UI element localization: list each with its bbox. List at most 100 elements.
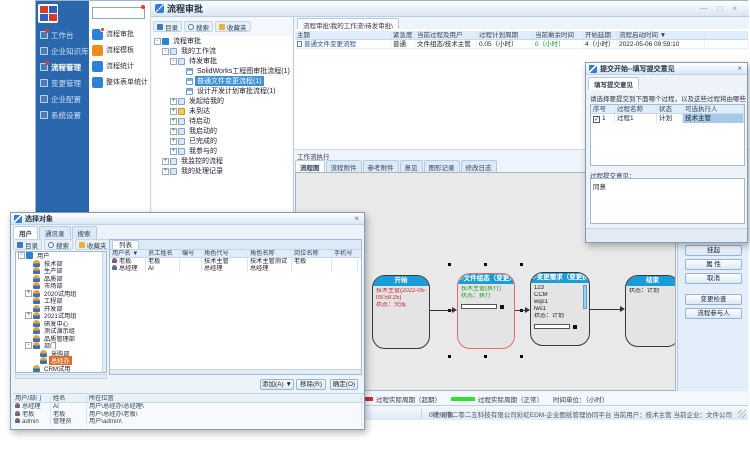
column-header[interactable]: 手机号 bbox=[332, 250, 358, 257]
tree-item[interactable]: +未到达 bbox=[152, 106, 292, 116]
sidebar-item[interactable]: 流程管理 bbox=[40, 60, 88, 74]
tree-item[interactable]: SolidWorks工程图审批流程(1) bbox=[152, 66, 292, 76]
column-header[interactable]: 开始延期 bbox=[583, 31, 617, 39]
node-scrollbar[interactable] bbox=[583, 285, 587, 309]
tab-view[interactable]: 修改日志 bbox=[461, 160, 497, 172]
close-icon[interactable]: × bbox=[732, 4, 737, 14]
tab-fill-opinion[interactable]: 填写提交意见 bbox=[588, 77, 639, 90]
selection-handle[interactable] bbox=[484, 355, 487, 358]
confirm-button[interactable]: 确定(O) bbox=[330, 379, 358, 390]
column-header[interactable] bbox=[705, 31, 748, 39]
tree-item[interactable]: 普通文件变更流程(1) bbox=[152, 76, 292, 86]
collapse-icon[interactable]: - bbox=[170, 58, 177, 65]
toolbar-chip[interactable]: 搜索 bbox=[184, 21, 213, 32]
tab-view[interactable]: 意见 bbox=[400, 160, 423, 172]
column-header[interactable]: 流程启动时间 ▼ bbox=[617, 31, 705, 39]
tree-item[interactable]: 品质管理部 bbox=[16, 335, 106, 343]
dialog-titlebar[interactable]: 提交开始--填写提交意见 × bbox=[586, 63, 747, 75]
checkbox-checked-icon[interactable]: ✓ bbox=[593, 116, 600, 123]
tab-other[interactable]: 搜索 bbox=[72, 226, 97, 239]
expand-icon[interactable]: + bbox=[170, 98, 177, 105]
expand-icon[interactable]: + bbox=[170, 118, 177, 125]
tree-horizontal-scrollbar[interactable] bbox=[15, 374, 107, 379]
tree-item[interactable]: 综合部 bbox=[16, 372, 106, 373]
tree-item[interactable]: +我参与的 bbox=[152, 146, 292, 156]
column-header[interactable]: 编号 bbox=[180, 250, 202, 257]
toolbar-chip[interactable]: 搜索 bbox=[44, 239, 73, 250]
column-header[interactable]: 状态 bbox=[657, 105, 683, 113]
tree-vertical-scrollbar[interactable] bbox=[102, 252, 106, 372]
column-header[interactable]: 当前过程及用户 bbox=[415, 31, 477, 39]
tree-item[interactable]: +待启动 bbox=[152, 116, 292, 126]
tab-view[interactable]: 参考附件 bbox=[363, 160, 399, 172]
dialog-titlebar[interactable]: 选择对象 × bbox=[11, 213, 364, 225]
expand-icon[interactable]: + bbox=[170, 128, 177, 135]
remove-button[interactable]: 移除(R) bbox=[296, 379, 326, 390]
participants-button[interactable]: 流程参与人 bbox=[685, 308, 742, 319]
tree-item[interactable]: +已完成的 bbox=[152, 136, 292, 146]
close-icon[interactable]: × bbox=[352, 214, 361, 223]
toolbar-chip[interactable]: 目录 bbox=[13, 239, 42, 250]
selected-user-row[interactable]: 总经理AI用户\总经办\总经理\ bbox=[13, 403, 364, 411]
selection-handle[interactable] bbox=[520, 355, 523, 358]
expand-icon[interactable]: + bbox=[162, 168, 169, 175]
search-input[interactable] bbox=[92, 7, 145, 19]
sidebar-item[interactable]: 变更管理 bbox=[40, 76, 88, 90]
column-header[interactable]: 可选执行人 bbox=[683, 105, 744, 113]
tree-item[interactable]: +我启动的 bbox=[152, 126, 292, 136]
selection-handle[interactable] bbox=[448, 263, 451, 266]
workflow-node[interactable]: 4-变更需求（变更执行）123CCMwqs1lws1状态：计划 bbox=[530, 272, 590, 346]
expand-icon[interactable]: + bbox=[25, 312, 32, 319]
cell-executor[interactable]: 技术主管 bbox=[683, 114, 744, 123]
toolbar-chip[interactable]: 收藏夹 bbox=[75, 239, 111, 250]
tree-item[interactable]: 设计开发计划审批流程(1) bbox=[152, 86, 292, 96]
column-header[interactable]: 角色代号 bbox=[202, 250, 248, 257]
column-header[interactable]: 序号 bbox=[591, 105, 615, 113]
selection-handle[interactable] bbox=[448, 355, 451, 358]
collapse-icon[interactable]: - bbox=[162, 48, 169, 55]
collapse-icon[interactable]: - bbox=[18, 252, 25, 259]
tree-item[interactable]: +我的处理记录 bbox=[152, 166, 292, 176]
workflow-node[interactable]: 1-文件组态（变更）技术主管(执行)状态：执行 bbox=[457, 273, 515, 349]
toolbar-chip[interactable]: 目录 bbox=[153, 21, 182, 32]
properties-button[interactable]: 属 性 bbox=[685, 259, 742, 270]
selection-handle[interactable] bbox=[484, 263, 487, 266]
process-row[interactable]: ✓1过程1计划技术主管 bbox=[591, 114, 744, 123]
opinion-textarea[interactable]: 同意 bbox=[590, 178, 745, 224]
add-button[interactable]: 添加(A) ▼ bbox=[260, 379, 294, 390]
sidebar-item[interactable]: 企业知识库 bbox=[40, 44, 88, 58]
cancel-button[interactable]: 取消 bbox=[685, 273, 742, 284]
nav-item[interactable]: 流程统计 bbox=[92, 59, 150, 73]
workflow-node[interactable]: 开始技术主管(2022-05-0609:59:25)状态：完成 bbox=[372, 275, 430, 349]
expand-icon[interactable]: + bbox=[170, 138, 177, 145]
column-header[interactable]: 过程名称 bbox=[615, 105, 657, 113]
nav-item[interactable]: 流程模板 bbox=[92, 43, 150, 57]
column-header[interactable]: 角色名称 bbox=[248, 250, 292, 257]
expand-icon[interactable]: + bbox=[162, 158, 169, 165]
change-check-button[interactable]: 变更检查 bbox=[685, 294, 742, 305]
expand-icon[interactable]: + bbox=[170, 108, 177, 115]
suspend-button[interactable]: 挂起 bbox=[685, 245, 742, 256]
tree-item[interactable]: -我的工作流 bbox=[152, 46, 292, 56]
tab-view[interactable]: 图形记录 bbox=[424, 160, 460, 172]
list-horizontal-scrollbar[interactable] bbox=[110, 369, 361, 374]
minimize-icon[interactable]: — bbox=[699, 4, 707, 14]
tree-item[interactable]: -流程审批 bbox=[152, 36, 292, 46]
column-header[interactable]: 主题 bbox=[295, 31, 391, 39]
tab-view[interactable]: 流程附件 bbox=[326, 160, 362, 172]
column-header[interactable]: 员工姓名 bbox=[146, 250, 180, 257]
collapse-icon[interactable]: - bbox=[154, 38, 161, 45]
tree-item[interactable]: -待发审批 bbox=[152, 56, 292, 66]
tab-users[interactable]: 用户 bbox=[13, 226, 38, 239]
user-row[interactable]: 总经理AI总经理总经理 bbox=[110, 265, 361, 272]
user-row[interactable]: 老板老板技术主管技术主管测试老板 bbox=[110, 258, 361, 265]
tree-item[interactable]: +我监控的流程 bbox=[152, 156, 292, 166]
maximize-icon[interactable]: □ bbox=[717, 4, 722, 14]
toolbar-chip[interactable]: 收藏夹 bbox=[215, 21, 251, 32]
column-header[interactable]: 用户名 ▼ bbox=[110, 250, 146, 257]
nav-item[interactable]: 整体表单统计 bbox=[92, 75, 150, 89]
task-row[interactable]: 普通文件变更流程普通文件组态/技术主管0.05（小时）0（小时）4（小时）202… bbox=[295, 40, 748, 49]
selected-user-row[interactable]: 老板老板用户\总经办\老板\ bbox=[13, 411, 364, 419]
selection-handle[interactable] bbox=[520, 263, 523, 266]
tree-item[interactable]: +发起给我的 bbox=[152, 96, 292, 106]
